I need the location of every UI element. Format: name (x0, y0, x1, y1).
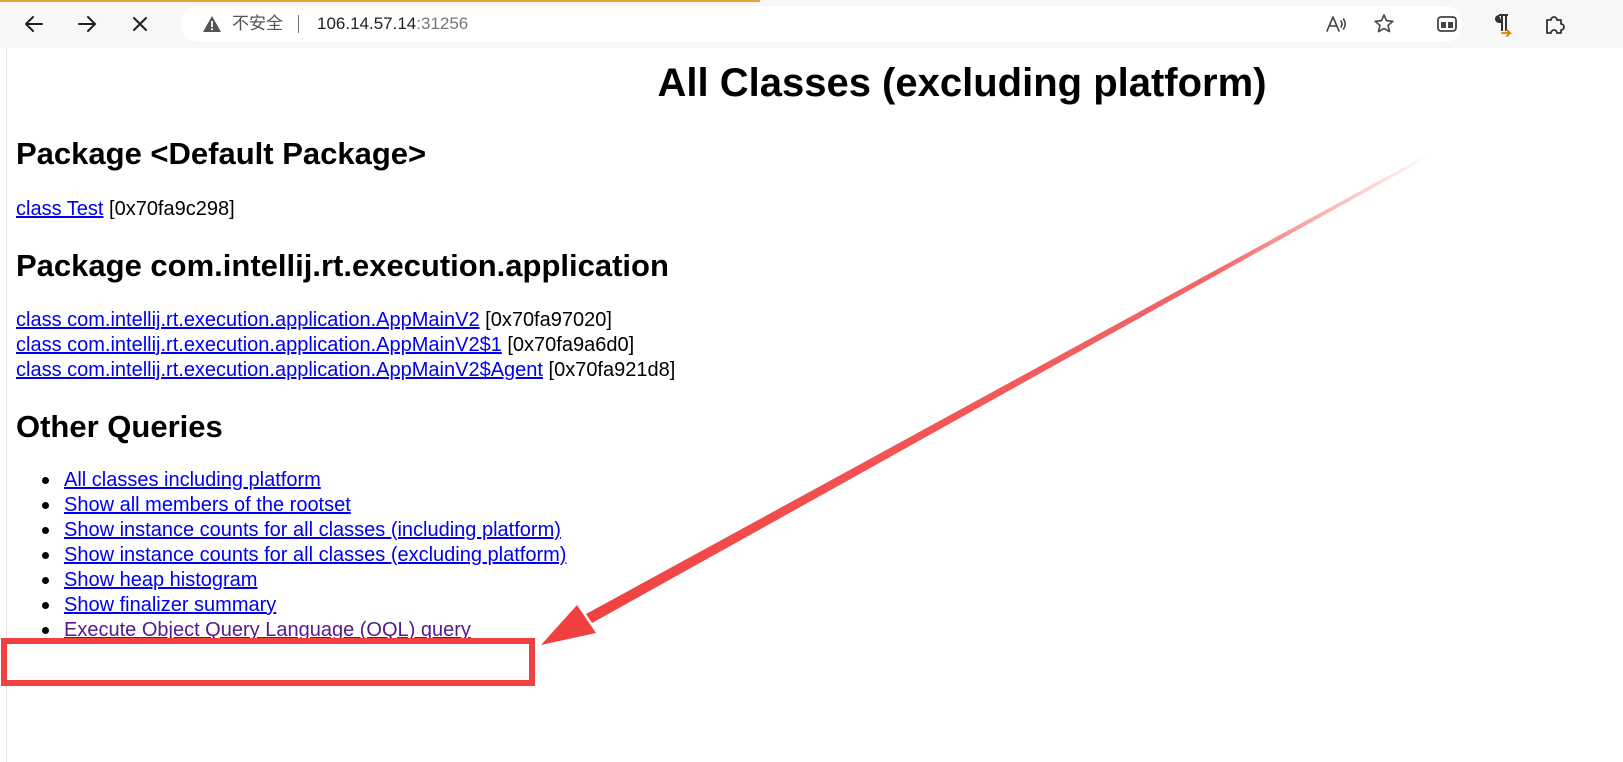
puzzle-extensions-icon[interactable] (1541, 11, 1567, 37)
list-item: Show finalizer summary (42, 593, 566, 618)
url-port: :31256 (416, 14, 469, 33)
bullet (42, 477, 49, 484)
warning-icon[interactable] (202, 14, 222, 34)
query-link-instance-counts-excluding[interactable]: Show instance counts for all classes (ex… (64, 544, 566, 566)
class-address: [0x70fa921d8] (542, 359, 676, 381)
class-link[interactable]: class com.intellij.rt.execution.applicat… (16, 359, 543, 381)
page-content: All Classes (excluding platform) Package… (6, 48, 1623, 762)
forward-button[interactable] (69, 8, 105, 40)
address-bar[interactable]: 不安全 106.14.57.14:31256 (180, 6, 1463, 42)
section-heading-intellij-package: Package com.intellij.rt.execution.applic… (16, 248, 669, 283)
list-item: Show heap histogram (42, 568, 566, 593)
list-item: Show instance counts for all classes (ex… (42, 543, 566, 568)
bullet (42, 627, 49, 634)
url-text[interactable]: 106.14.57.14:31256 (317, 6, 468, 42)
browser-toolbar: 不安全 106.14.57.14:31256 (0, 0, 1623, 48)
pilcrow-extension-icon[interactable] (1488, 11, 1514, 37)
close-icon (133, 17, 147, 31)
page-title: All Classes (excluding platform) (657, 61, 1267, 105)
bullet (42, 602, 49, 609)
section-heading-default-package: Package <Default Package> (16, 136, 427, 171)
class-row: class com.intellij.rt.execution.applicat… (16, 308, 612, 333)
bullet (42, 577, 49, 584)
query-link-heap-histogram[interactable]: Show heap histogram (64, 569, 257, 591)
back-button[interactable] (16, 8, 52, 40)
bullet (42, 502, 49, 509)
class-row: class Test [0x70fa9c298] (16, 197, 235, 222)
list-item: All classes including platform (42, 468, 566, 493)
query-link-instance-counts-including[interactable]: Show instance counts for all classes (in… (64, 519, 561, 541)
bullet (42, 552, 49, 559)
url-host: 106.14.57.14 (317, 14, 417, 33)
query-link-all-classes[interactable]: All classes including platform (64, 469, 321, 491)
class-address: [0x70fa9a6d0] (501, 334, 635, 356)
class-address: [0x70fa9c298] (103, 198, 235, 220)
query-link-oql[interactable]: Execute Object Query Language (OQL) quer… (64, 619, 471, 641)
section-heading-other-queries: Other Queries (16, 409, 223, 444)
read-aloud-icon[interactable] (1324, 12, 1348, 36)
stop-button[interactable] (122, 8, 158, 40)
extension-icon[interactable] (1434, 11, 1460, 37)
security-label[interactable]: 不安全 (232, 6, 283, 42)
bullet (42, 527, 49, 534)
class-row: class com.intellij.rt.execution.applicat… (16, 333, 634, 358)
query-link-rootset[interactable]: Show all members of the rootset (64, 494, 351, 516)
class-link[interactable]: class com.intellij.rt.execution.applicat… (16, 334, 502, 356)
query-link-finalizer-summary[interactable]: Show finalizer summary (64, 594, 276, 616)
divider (298, 15, 299, 33)
other-queries-list: All classes including platform Show all … (7, 468, 566, 643)
star-icon[interactable] (1372, 12, 1396, 36)
list-item: Show instance counts for all classes (in… (42, 518, 566, 543)
list-item: Execute Object Query Language (OQL) quer… (42, 618, 566, 643)
list-item: Show all members of the rootset (42, 493, 566, 518)
class-address: [0x70fa97020] (479, 309, 612, 331)
class-row: class com.intellij.rt.execution.applicat… (16, 358, 675, 383)
class-link[interactable]: class com.intellij.rt.execution.applicat… (16, 309, 480, 331)
forward-arrow-icon (78, 16, 96, 32)
back-arrow-icon (25, 16, 43, 32)
class-link[interactable]: class Test (16, 198, 103, 220)
loading-progress-line (0, 0, 760, 2)
